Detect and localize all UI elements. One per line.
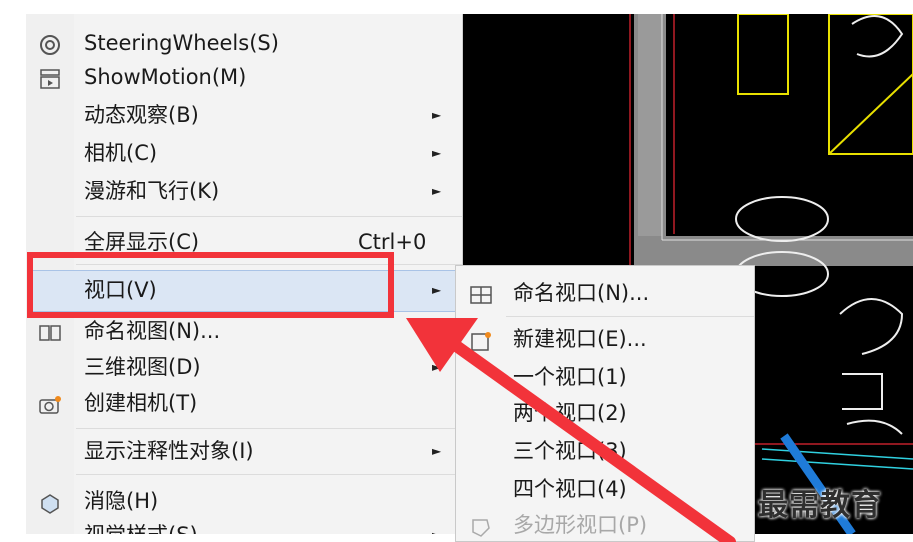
- menu-item-label: 命名视图(N)...: [84, 319, 221, 343]
- submenu-item-one-viewport[interactable]: 一个视口(1): [456, 360, 754, 394]
- submenu-item-label: 三个视口(3): [513, 439, 627, 463]
- menu-item-3d-views[interactable]: 三维视图(D) ►: [26, 350, 462, 384]
- menu-item-named-views[interactable]: 命名视图(N)...: [26, 314, 462, 348]
- submenu-arrow-icon: ►: [432, 518, 441, 534]
- submenu-item-label: 命名视口(N)...: [513, 281, 650, 305]
- submenu-item-four-viewports[interactable]: 四个视口(4): [456, 472, 754, 506]
- menu-item-visual-styles[interactable]: 视觉样式(S) ►: [26, 518, 462, 534]
- menu-item-camera[interactable]: 相机(C) ►: [26, 136, 462, 170]
- submenu-item-three-viewports[interactable]: 三个视口(3): [456, 434, 754, 468]
- menu-item-steeringwheels[interactable]: SteeringWheels(S): [26, 26, 462, 60]
- named-viewport-icon: [469, 282, 493, 304]
- new-viewport-icon: [469, 328, 493, 351]
- submenu-item-label: 多边形视口(P): [513, 513, 648, 537]
- submenu-item-label: 四个视口(4): [513, 477, 627, 501]
- hide-icon: [38, 490, 62, 514]
- watermark: 最需教育: [758, 488, 882, 523]
- menu-item-label: 三维视图(D): [84, 355, 201, 379]
- menu-item-label: 显示注释性对象(I): [84, 439, 254, 463]
- submenu-item-two-viewports[interactable]: 两个视口(2): [456, 396, 754, 430]
- menu-separator: [506, 316, 754, 317]
- submenu-arrow-icon: ►: [432, 184, 442, 198]
- menu-item-annotative-objects[interactable]: 显示注释性对象(I) ►: [26, 434, 462, 468]
- menu-item-label: 动态观察(B): [84, 103, 199, 127]
- submenu-arrow-icon: ►: [432, 108, 442, 122]
- steering-wheel-icon: [38, 32, 62, 55]
- menu-item-create-camera[interactable]: 创建相机(T): [26, 386, 462, 420]
- menu-item-label: ShowMotion(M): [84, 65, 247, 89]
- menu-item-label: 消隐(H): [84, 489, 159, 513]
- menu-item-label: 漫游和飞行(K): [84, 179, 220, 203]
- submenu-arrow-icon: ►: [432, 360, 442, 374]
- menu-item-label: 创建相机(T): [84, 391, 198, 415]
- viewports-submenu: 命名视口(N)... 新建视口(E)... 一个视口(1) 两个视口(2) 三个…: [455, 265, 755, 542]
- menu-item-orbit[interactable]: 动态观察(B) ►: [26, 98, 462, 132]
- submenu-item-polygonal-viewport: 多边形视口(P): [456, 508, 754, 541]
- menu-item-hide[interactable]: 消隐(H): [26, 484, 462, 518]
- menu-separator: [76, 428, 462, 429]
- named-view-icon: [38, 320, 62, 342]
- menu-item-walk-fly[interactable]: 漫游和飞行(K) ►: [26, 174, 462, 208]
- submenu-item-new-viewports[interactable]: 新建视口(E)...: [456, 322, 754, 356]
- submenu-arrow-icon: ►: [432, 444, 442, 458]
- submenu-arrow-icon: ►: [432, 283, 442, 297]
- red-highlight-box: [27, 252, 394, 318]
- showmotion-icon: [38, 66, 62, 89]
- camera-icon: [38, 392, 62, 414]
- submenu-item-label: 一个视口(1): [513, 365, 627, 389]
- submenu-item-label: 两个视口(2): [513, 401, 627, 425]
- menu-separator: [76, 216, 462, 217]
- menu-item-label: 视觉样式(S): [84, 518, 198, 534]
- submenu-arrow-icon: ►: [432, 146, 442, 160]
- menu-item-label: 相机(C): [84, 141, 158, 165]
- submenu-item-named-viewports[interactable]: 命名视口(N)...: [456, 276, 754, 310]
- menu-separator: [76, 474, 462, 475]
- polygon-viewport-icon: [469, 514, 493, 537]
- menu-item-showmotion[interactable]: ShowMotion(M): [26, 60, 462, 94]
- submenu-item-label: 新建视口(E)...: [513, 327, 647, 351]
- menu-item-label: SteeringWheels(S): [84, 31, 279, 55]
